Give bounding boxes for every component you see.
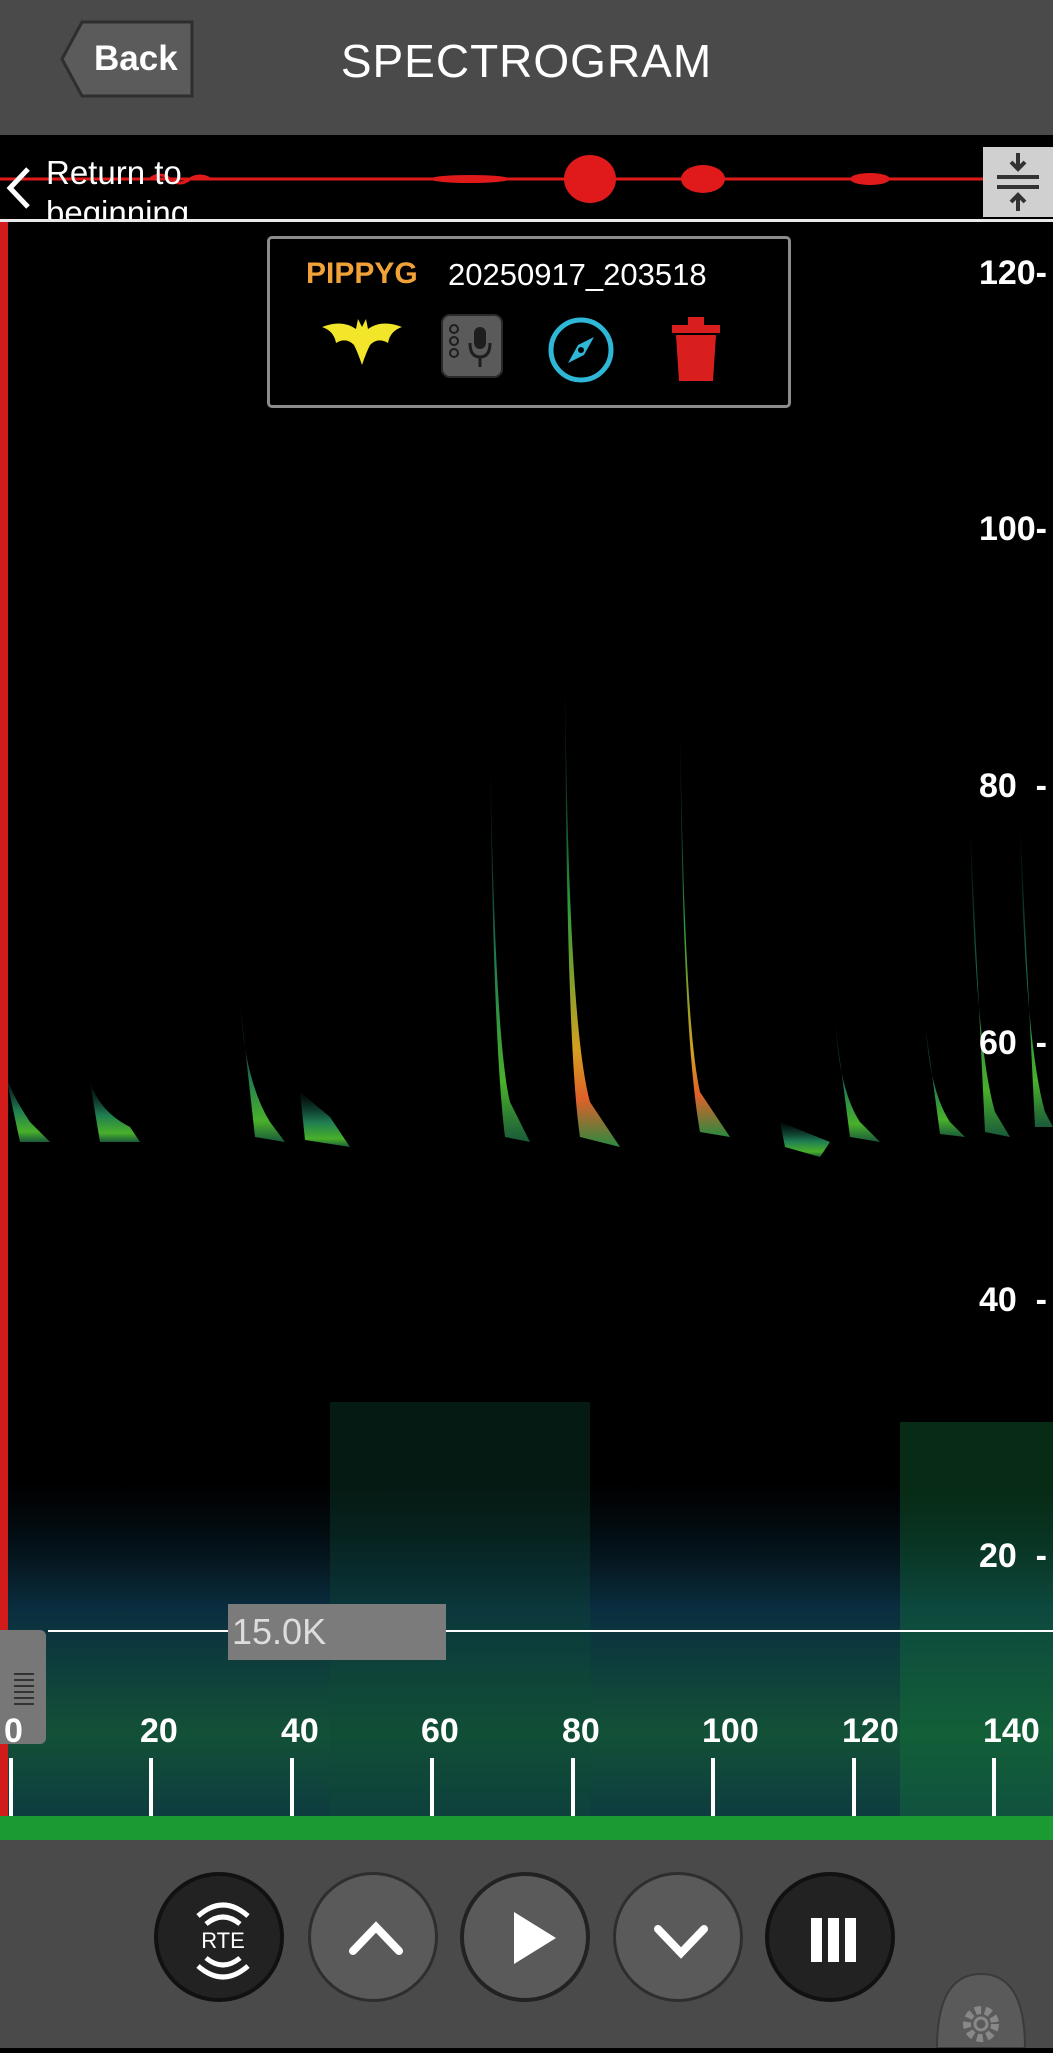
- y-axis-label-100: 100-: [978, 510, 1047, 548]
- x-axis-label-40: 40: [281, 1712, 319, 1750]
- spectrogram-plot[interactable]: [0, 222, 1053, 1842]
- trash-icon[interactable]: [668, 315, 724, 385]
- x-axis-label-60: 60: [421, 1712, 459, 1750]
- x-axis-label-140: 140: [983, 1712, 1040, 1750]
- recording-info-box: PIPPYG 20250917_203518: [267, 236, 791, 408]
- gear-icon: [935, 1972, 1027, 2049]
- pause-icon: [811, 1918, 856, 1962]
- playback-controls: RTE: [0, 1840, 1053, 2049]
- compass-icon[interactable]: [546, 317, 616, 383]
- expand-vertical-button[interactable]: [983, 147, 1053, 217]
- species-label[interactable]: PIPPYG: [306, 257, 418, 291]
- rte-icon: RTE: [196, 1902, 250, 1980]
- chevron-left-icon[interactable]: [4, 165, 34, 211]
- app-header: Back SPECTROGRAM: [0, 0, 1053, 135]
- return-to-beginning-button[interactable]: Return to beginning: [46, 153, 226, 219]
- x-axis-label-80: 80: [562, 1712, 600, 1750]
- pause-button[interactable]: [765, 1872, 895, 2002]
- spectrogram-image: [0, 662, 1053, 1842]
- play-button[interactable]: [460, 1872, 590, 2002]
- timeline-progress-bar[interactable]: [0, 1816, 1053, 1840]
- microphone-device-icon[interactable]: [440, 313, 504, 379]
- playhead-line: [0, 222, 8, 1842]
- threshold-value-label[interactable]: 15.0K: [228, 1604, 446, 1660]
- x-axis-label-100: 100: [702, 1712, 759, 1750]
- x-axis-label-20: 20: [140, 1712, 178, 1750]
- down-button[interactable]: [613, 1872, 743, 2002]
- x-axis-label-120: 120: [842, 1712, 899, 1750]
- bat-icon[interactable]: [320, 313, 404, 369]
- y-axis-label-60: 60 -: [978, 1024, 1047, 1062]
- chevron-down-icon: [654, 1925, 708, 1959]
- settings-button[interactable]: [933, 1968, 1029, 2049]
- threshold-line[interactable]: [48, 1630, 1053, 1632]
- y-axis-label-20: 20 -: [978, 1537, 1047, 1575]
- expand-vertical-icon: [997, 153, 1039, 211]
- up-button[interactable]: [308, 1872, 438, 2002]
- chevron-up-icon: [349, 1921, 403, 1955]
- y-axis-label-80: 80 -: [978, 767, 1047, 805]
- rte-button[interactable]: RTE: [154, 1872, 284, 2002]
- recording-filename: 20250917_203518: [448, 257, 707, 292]
- y-axis-label-120: 120-: [978, 254, 1047, 292]
- y-axis-label-40: 40 -: [978, 1281, 1047, 1319]
- waveform-strip[interactable]: Return to beginning: [0, 135, 1053, 222]
- play-icon: [514, 1912, 556, 1964]
- page-title: SPECTROGRAM: [340, 35, 713, 87]
- x-axis-label-0: 0: [4, 1712, 23, 1750]
- rte-label: RTE: [201, 1928, 245, 1953]
